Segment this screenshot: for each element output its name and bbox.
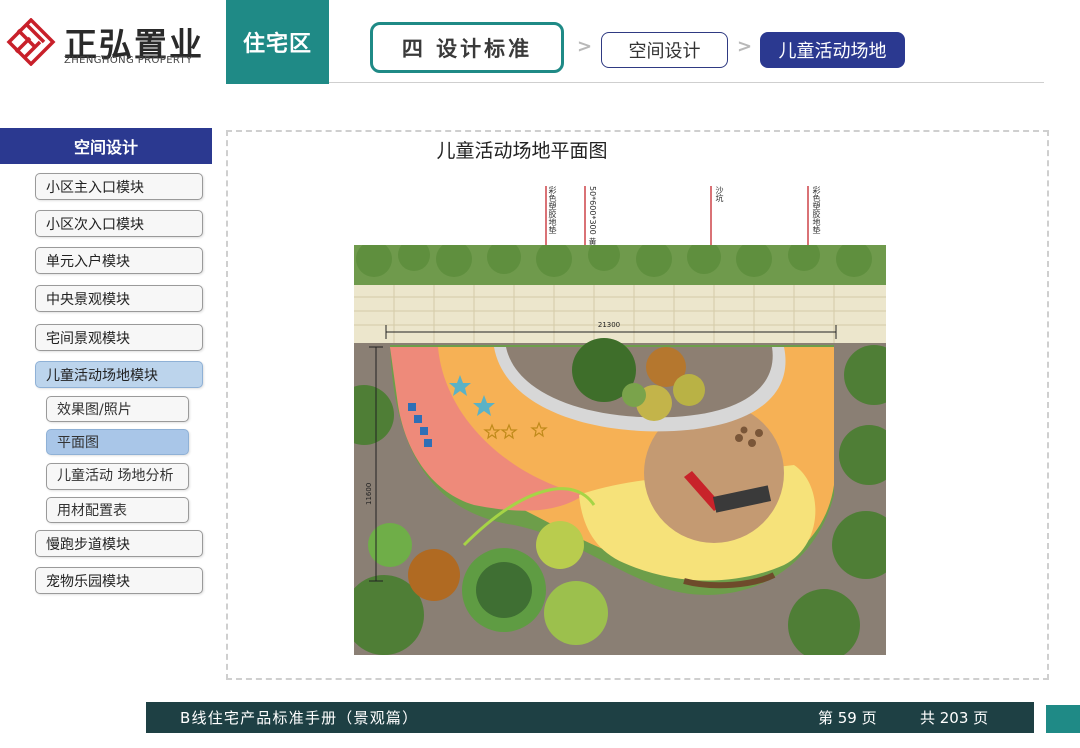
brand-name-en: ZHENGHONG PROPERTY bbox=[64, 55, 193, 66]
sidebar-item-pet-park[interactable]: 宠物乐园模块 bbox=[35, 567, 203, 594]
breadcrumb-separator-icon: > bbox=[577, 36, 593, 57]
breadcrumb-current[interactable]: 儿童活动场地 bbox=[760, 32, 905, 68]
breadcrumb-section[interactable]: 空间设计 bbox=[601, 32, 728, 68]
page-number: 第 59 页 bbox=[818, 709, 877, 727]
callout-label: 彩色塑胶地垫 bbox=[548, 186, 557, 234]
sidebar-subitem-renderings[interactable]: 效果图/照片 bbox=[46, 396, 189, 422]
section-tab[interactable]: 住宅区 bbox=[226, 0, 329, 84]
sidebar-subitem-analysis[interactable]: 儿童活动 场地分析 bbox=[46, 463, 189, 490]
company-logo: 正弘置业 ZHENGHONG PROPERTY bbox=[6, 16, 218, 68]
logo-mark-icon bbox=[6, 18, 56, 66]
playground-plan: 21300 11600 bbox=[354, 245, 886, 655]
sidebar-subitem-materials[interactable]: 用材配置表 bbox=[46, 497, 189, 523]
footer-accent bbox=[1046, 705, 1080, 733]
footer-bar: B线住宅产品标准手册（景观篇） 第 59 页 共 203 页 bbox=[146, 702, 1034, 733]
callout-label: 彩色塑胶地垫 bbox=[812, 186, 821, 234]
total-pages: 共 203 页 bbox=[920, 709, 989, 727]
breadcrumb-separator-icon: > bbox=[737, 36, 753, 57]
dim-width-label: 21300 bbox=[598, 321, 620, 329]
sidebar-item-unit-entry[interactable]: 单元入户模块 bbox=[35, 247, 203, 274]
sidebar-item-children-playground[interactable]: 儿童活动场地模块 bbox=[35, 361, 203, 388]
dim-height-label: 11600 bbox=[365, 483, 373, 505]
plan-title: 儿童活动场地平面图 bbox=[436, 140, 608, 162]
sidebar-item-secondary-entrance[interactable]: 小区次入口模块 bbox=[35, 210, 203, 237]
callout-label: 沙坑 bbox=[715, 186, 724, 202]
plan-drawing: 21300 11600 bbox=[354, 245, 886, 655]
sidebar-item-central-landscape[interactable]: 中央景观模块 bbox=[35, 285, 203, 312]
breadcrumb-chapter[interactable]: 四 设计标准 bbox=[370, 22, 564, 73]
sidebar-item-jogging-path[interactable]: 慢跑步道模块 bbox=[35, 530, 203, 557]
sidebar-item-residential-landscape[interactable]: 宅间景观模块 bbox=[35, 324, 203, 351]
sidebar-subitem-plan[interactable]: 平面图 bbox=[46, 429, 189, 455]
sidebar-item-main-entrance[interactable]: 小区主入口模块 bbox=[35, 173, 203, 200]
manual-title: B线住宅产品标准手册（景观篇） bbox=[180, 709, 419, 727]
header-divider bbox=[329, 82, 1044, 83]
